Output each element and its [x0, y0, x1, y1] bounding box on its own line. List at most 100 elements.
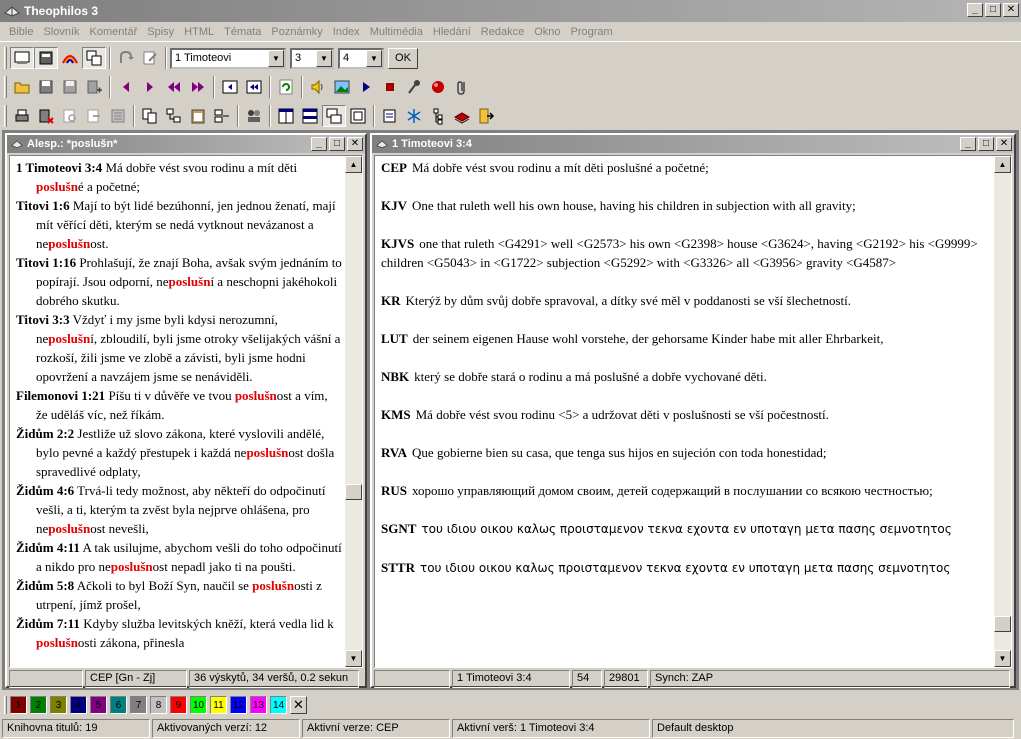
translation-abbr[interactable]: STTR: [381, 560, 415, 575]
result-reference[interactable]: Židům 4:6: [16, 483, 74, 498]
color-swatch[interactable]: 8: [150, 696, 167, 714]
result-reference[interactable]: 1 Timoteovi 3:4: [16, 160, 102, 175]
speaker-icon[interactable]: [306, 76, 330, 98]
search-result-item[interactable]: Židům 7:11 Kdyby služba levitských kněží…: [16, 614, 342, 652]
delete-document-icon[interactable]: [34, 105, 58, 127]
export-icon[interactable]: [82, 105, 106, 127]
result-reference[interactable]: Titovi 1:6: [16, 198, 70, 213]
maximize-button[interactable]: □: [985, 3, 1001, 17]
color-swatch[interactable]: 7: [130, 696, 147, 714]
open-folder-icon[interactable]: [10, 76, 34, 98]
scroll-up-icon[interactable]: ▲: [345, 156, 362, 173]
menu-item[interactable]: Program: [566, 26, 618, 38]
book-select[interactable]: 1 Timoteovi ▼: [170, 47, 286, 69]
search-window-titlebar[interactable]: Alesp.: *poslušn* _ □ ✕: [7, 135, 365, 153]
color-swatch[interactable]: 4: [70, 696, 87, 714]
add-document-icon[interactable]: [82, 76, 106, 98]
translation-abbr[interactable]: CEP: [381, 160, 407, 175]
previous-page-icon[interactable]: [242, 76, 266, 98]
close-button[interactable]: ✕: [1003, 3, 1019, 17]
verse-window-titlebar[interactable]: 1 Timoteovi 3:4 _ □ ✕: [372, 135, 1014, 153]
refresh-icon[interactable]: [274, 76, 298, 98]
search-result-item[interactable]: 1 Timoteovi 3:4 Má dobře vést svou rodin…: [16, 158, 342, 196]
menu-item[interactable]: Bible: [4, 26, 38, 38]
split-horizontal-icon[interactable]: [298, 105, 322, 127]
edit-icon[interactable]: [138, 47, 162, 69]
stop-icon[interactable]: [378, 76, 402, 98]
menu-item[interactable]: Témata: [219, 26, 266, 38]
search-result-item[interactable]: Titovi 3:3 Vždyť i my jsme byli kdysi ne…: [16, 310, 342, 386]
search-result-item[interactable]: Židům 4:11 A tak usilujme, abychom vešli…: [16, 538, 342, 576]
menu-item[interactable]: Okno: [529, 26, 565, 38]
color-swatch[interactable]: 13: [250, 696, 267, 714]
snowflake-icon[interactable]: [402, 105, 426, 127]
result-reference[interactable]: Filemonovi 1:21: [16, 388, 105, 403]
scroll-down-icon[interactable]: ▼: [345, 650, 362, 667]
hierarchy-icon[interactable]: [426, 105, 450, 127]
minimize-button[interactable]: _: [967, 3, 983, 17]
menu-item[interactable]: HTML: [179, 26, 219, 38]
commentary-icon[interactable]: [58, 47, 82, 69]
color-swatch[interactable]: 5: [90, 696, 107, 714]
properties-icon[interactable]: [378, 105, 402, 127]
translation-abbr[interactable]: RUS: [381, 483, 407, 498]
search-result-item[interactable]: Titovi 1:6 Mají to být lidé bezúhonní, j…: [16, 196, 342, 253]
bible-window-icon[interactable]: [10, 47, 34, 69]
menu-item[interactable]: Poznámky: [266, 26, 327, 38]
translation-abbr[interactable]: KJV: [381, 198, 407, 213]
translation-abbr[interactable]: SGNT: [381, 521, 416, 536]
search-result-item[interactable]: Židům 4:6 Trvá-li tedy možnost, aby někt…: [16, 481, 342, 538]
color-swatch[interactable]: 3: [50, 696, 67, 714]
close-button[interactable]: ✕: [347, 137, 363, 151]
history-icon[interactable]: [114, 47, 138, 69]
search-result-item[interactable]: Židům 2:2 Jestliže už slovo zákona, kter…: [16, 424, 342, 481]
result-reference[interactable]: Titovi 1:16: [16, 255, 76, 270]
cascade-icon[interactable]: [322, 105, 346, 127]
verse-select[interactable]: 4 ▼: [338, 47, 384, 69]
clipboard-icon[interactable]: [186, 105, 210, 127]
settings-page-icon[interactable]: [106, 105, 130, 127]
paperclip-icon[interactable]: [450, 76, 474, 98]
search-result-item[interactable]: Titovi 1:16 Prohlašují, že znají Boha, a…: [16, 253, 342, 310]
books-icon[interactable]: [450, 105, 474, 127]
ok-button[interactable]: OK: [388, 47, 418, 69]
close-button[interactable]: ✕: [996, 137, 1012, 151]
result-reference[interactable]: Židům 2:2: [16, 426, 74, 441]
verse-scrollbar[interactable]: ▲ ▼: [994, 156, 1011, 667]
maximize-button[interactable]: □: [329, 137, 345, 151]
previous-icon[interactable]: [114, 76, 138, 98]
microphone-icon[interactable]: [402, 76, 426, 98]
color-swatch[interactable]: 11: [210, 696, 227, 714]
print-icon[interactable]: [10, 105, 34, 127]
first-page-icon[interactable]: [218, 76, 242, 98]
print-preview-icon[interactable]: [58, 105, 82, 127]
result-reference[interactable]: Židům 7:11: [16, 616, 80, 631]
translation-abbr[interactable]: LUT: [381, 331, 408, 346]
menu-item[interactable]: Redakce: [476, 26, 529, 38]
save-as-icon[interactable]: [58, 76, 82, 98]
exit-icon[interactable]: [474, 105, 498, 127]
color-swatch[interactable]: 10: [190, 696, 207, 714]
move-icon[interactable]: [210, 105, 234, 127]
menu-item[interactable]: Hledání: [428, 26, 476, 38]
chapter-select[interactable]: 3 ▼: [290, 47, 334, 69]
result-reference[interactable]: Titovi 3:3: [16, 312, 70, 327]
writings-icon[interactable]: [82, 47, 106, 69]
menu-item[interactable]: Komentář: [85, 26, 143, 38]
search-scrollbar[interactable]: ▲ ▼: [345, 156, 362, 667]
color-swatch[interactable]: 2: [30, 696, 47, 714]
image-icon[interactable]: [330, 76, 354, 98]
menu-item[interactable]: Spisy: [142, 26, 179, 38]
translation-abbr[interactable]: KJVS: [381, 236, 414, 251]
color-swatch[interactable]: 1: [10, 696, 27, 714]
result-reference[interactable]: Židům 4:11: [16, 540, 80, 555]
color-swatch[interactable]: 6: [110, 696, 127, 714]
chevron-down-icon[interactable]: ▼: [268, 49, 284, 67]
translation-abbr[interactable]: NBK: [381, 369, 409, 384]
color-swatch[interactable]: 14: [270, 696, 287, 714]
fast-back-icon[interactable]: [162, 76, 186, 98]
result-reference[interactable]: Židům 5:8: [16, 578, 74, 593]
fullscreen-icon[interactable]: [346, 105, 370, 127]
menu-item[interactable]: Slovník: [38, 26, 84, 38]
translation-abbr[interactable]: KMS: [381, 407, 411, 422]
